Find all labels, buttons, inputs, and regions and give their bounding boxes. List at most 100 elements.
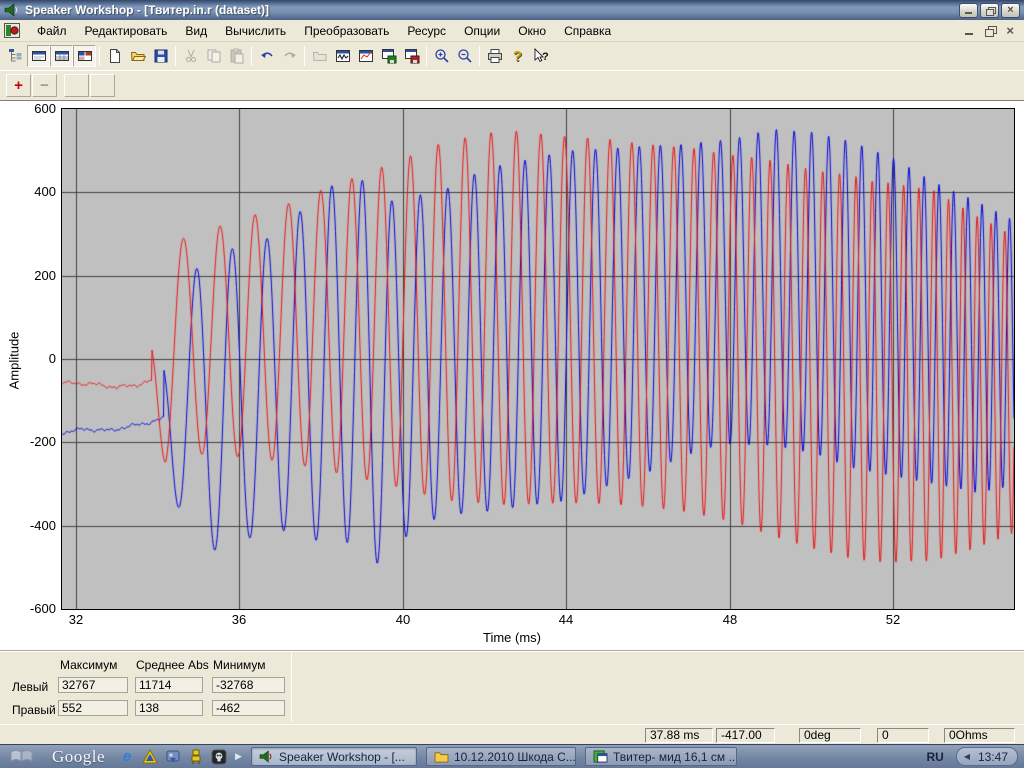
- taskbar: Google e: [0, 744, 1024, 768]
- language-indicator[interactable]: RU: [920, 748, 949, 766]
- taskbar-task-speaker-workshop[interactable]: Speaker Workshop - [...: [251, 747, 417, 766]
- toolbar-separator: [304, 46, 305, 66]
- ie-icon[interactable]: e: [119, 749, 135, 765]
- context-help-button[interactable]: ?: [529, 45, 552, 67]
- redo-button[interactable]: [278, 45, 301, 67]
- stats-header-avg: Среднее Abs: [136, 658, 209, 672]
- view-single-button[interactable]: [27, 45, 50, 67]
- skull-icon[interactable]: [211, 749, 227, 765]
- tray-collapse-arrow[interactable]: ◀: [964, 752, 970, 761]
- taskbar-task-tviter-mid[interactable]: Твитер- мид 16,1 см ...: [585, 747, 737, 766]
- open-button[interactable]: [126, 45, 149, 67]
- tray-clock: 13:47: [978, 750, 1008, 764]
- quick-launch: e: [119, 749, 227, 765]
- cut-icon: [183, 48, 199, 64]
- stats-divider: [291, 653, 292, 722]
- zoom-in-button[interactable]: [430, 45, 453, 67]
- export-dataset-icon: [404, 48, 420, 64]
- google-toolbar-logo[interactable]: Google: [52, 747, 105, 767]
- minimize-button[interactable]: [959, 3, 978, 18]
- stats-left-max-field[interactable]: 32767: [58, 677, 128, 693]
- stats-row-label-left: Левый: [12, 680, 48, 694]
- import-folder-icon: [312, 48, 328, 64]
- dataset-toolbar: + −: [0, 71, 1024, 100]
- blank-button-1[interactable]: [64, 74, 89, 97]
- import-button[interactable]: [308, 45, 331, 67]
- copy-button[interactable]: [202, 45, 225, 67]
- new-button[interactable]: [103, 45, 126, 67]
- chart-window-button[interactable]: [354, 45, 377, 67]
- undo-button[interactable]: [255, 45, 278, 67]
- menu-options[interactable]: Опции: [455, 21, 509, 41]
- taskbar-task-folder[interactable]: 10.12.2010 Шкода С...: [426, 747, 576, 766]
- restore-button[interactable]: [980, 3, 999, 18]
- save-button[interactable]: [149, 45, 172, 67]
- stats-right-min-field[interactable]: -462: [212, 700, 285, 716]
- stats-left-min-field[interactable]: -32768: [212, 677, 285, 693]
- dataset-window-button[interactable]: [331, 45, 354, 67]
- start-button[interactable]: [10, 748, 34, 765]
- toolbar-separator: [479, 46, 480, 66]
- quicklaunch-overflow-chevron[interactable]: ▶: [235, 751, 242, 762]
- view-detail-button[interactable]: [50, 45, 73, 67]
- remove-button[interactable]: −: [32, 74, 57, 97]
- view-tile-button[interactable]: [73, 45, 96, 67]
- toolbar-separator: [99, 46, 100, 66]
- print-button[interactable]: [483, 45, 506, 67]
- y-tick: -200: [0, 434, 56, 450]
- mdi-restore-button[interactable]: [985, 26, 997, 36]
- y-tick: 400: [0, 184, 56, 200]
- menu-help[interactable]: Справка: [555, 21, 620, 41]
- undo-icon: [259, 48, 275, 64]
- redo-icon: [282, 48, 298, 64]
- stats-right-max-field[interactable]: 552: [58, 700, 128, 716]
- export-dataset-button[interactable]: [400, 45, 423, 67]
- menubar: Файл Редактировать Вид Вычислить Преобра…: [0, 20, 1024, 42]
- tree-view-icon: [8, 48, 24, 64]
- x-tick: 52: [886, 612, 900, 627]
- y-tick: 0: [0, 351, 56, 367]
- close-button[interactable]: ×: [1001, 3, 1020, 18]
- x-tick: 40: [396, 612, 410, 627]
- save-dataset-icon: [381, 48, 397, 64]
- cut-button[interactable]: [179, 45, 202, 67]
- stats-right-avg-field[interactable]: 138: [135, 700, 203, 716]
- status-time-field: 37.88 ms: [645, 728, 713, 743]
- stats-panel: Максимум Среднее Abs Минимум Левый 32767…: [0, 650, 1024, 724]
- toolbar-separator: [175, 46, 176, 66]
- menu-view[interactable]: Вид: [176, 21, 216, 41]
- menu-resource[interactable]: Ресурс: [398, 21, 455, 41]
- save-dataset-button[interactable]: [377, 45, 400, 67]
- y-tick: -400: [0, 518, 56, 534]
- waveform-canvas: [62, 109, 1014, 609]
- x-axis-title: Time (ms): [483, 630, 541, 645]
- dataset-icon: [4, 23, 20, 38]
- stats-left-avg-field[interactable]: 11714: [135, 677, 203, 693]
- paste-button[interactable]: [225, 45, 248, 67]
- stats-row-label-right: Правый: [12, 703, 56, 717]
- menu-transform[interactable]: Преобразовать: [295, 21, 398, 41]
- toolbar-separator: [426, 46, 427, 66]
- menu-window[interactable]: Окно: [509, 21, 555, 41]
- zoom-out-button[interactable]: [453, 45, 476, 67]
- add-button[interactable]: +: [6, 74, 31, 97]
- messenger-icon[interactable]: [165, 749, 181, 765]
- status-value-field: -417.00: [716, 728, 775, 743]
- delta-icon[interactable]: [142, 749, 158, 765]
- menu-edit[interactable]: Редактировать: [76, 21, 177, 41]
- statusbar: 37.88 ms -417.00 0deg 0 0Ohms: [0, 724, 1024, 744]
- copy-icon: [206, 48, 222, 64]
- menu-file[interactable]: Файл: [28, 21, 76, 41]
- stats-header-min: Минимум: [213, 658, 266, 672]
- new-document-icon: [107, 48, 123, 64]
- tree-view-button[interactable]: [4, 45, 27, 67]
- blank-button-2[interactable]: [90, 74, 115, 97]
- help-button[interactable]: ?: [506, 45, 529, 67]
- menu-calculate[interactable]: Вычислить: [216, 21, 295, 41]
- mdi-close-button[interactable]: ×: [1006, 26, 1014, 36]
- robot-icon[interactable]: [188, 749, 204, 765]
- mdi-minimize-button[interactable]: [964, 26, 976, 36]
- y-tick: -600: [0, 601, 56, 617]
- x-tick: 32: [69, 612, 83, 627]
- chart-area: Amplitude 600 400 200 0 -200 -400 -600 3…: [0, 100, 1024, 650]
